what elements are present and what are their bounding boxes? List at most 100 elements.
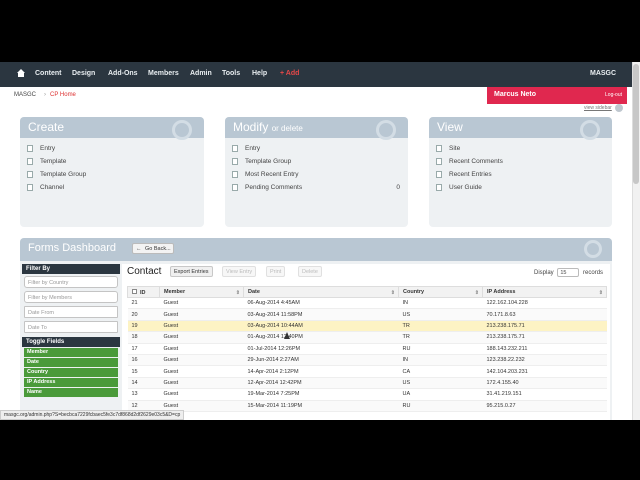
table-row[interactable]: 20 Guest 03-Aug-2014 11:58PM US 70.171.8.63 [127,308,607,321]
column-member[interactable]: Member ⇕ [159,286,244,298]
breadcrumb-site[interactable]: MASGC [14,92,36,98]
document-icon [27,158,33,165]
cell-member: Guest [159,354,244,367]
breadcrumb-separator: › [44,92,46,98]
cell-ip: 70.171.8.63 [482,308,607,321]
create-channel-link[interactable]: Channel [20,183,204,196]
toggle-name[interactable]: Name [24,388,118,397]
cell-member: Guest [159,308,244,321]
toggle-member[interactable]: Member [24,348,118,357]
cell-date: 01-Jul-2014 12:26PM [243,343,399,355]
cell-id: 20 [127,308,160,321]
form-title: Contact [127,266,162,277]
create-entry-link[interactable]: Entry [20,144,204,157]
cell-id: 17 [127,343,160,355]
cell-date: 15-Mar-2014 11:19PM [243,400,399,412]
modify-recent-entry-link[interactable]: Most Recent Entry [225,170,408,183]
sort-icon: ⇕ [390,290,395,296]
document-icon [232,184,238,191]
logout-link[interactable]: Log-out [605,92,622,98]
cell-ip: 123.238.22.232 [482,354,607,367]
mouse-cursor [284,332,290,339]
nav-content[interactable]: Content [35,70,61,77]
table-row[interactable]: 21 Guest 06-Aug-2014 4:45AM IN 122.162.104.2… [127,297,607,310]
document-icon [232,145,238,152]
cell-date: 03-Aug-2014 10:44AM [243,320,399,333]
create-template-group-link[interactable]: Template Group [20,170,204,183]
print-button[interactable]: Print [266,266,286,277]
user-name[interactable]: Marcus Neto [494,91,536,98]
nav-add-ons[interactable]: Add-Ons [108,70,138,77]
records-per-page-select[interactable]: 15 [557,268,580,277]
create-template-link[interactable]: Template [20,157,204,170]
sidebar-toggle-icon[interactable] [615,104,623,112]
delete-button[interactable]: Delete [298,266,322,277]
nav-members[interactable]: Members [148,70,179,77]
go-back-button[interactable]: ← Go Back... [132,243,174,254]
cell-date: 03-Aug-2014 11:58PM [243,308,399,321]
table-row[interactable]: 18 Guest 01-Aug-2014 12:40PM TR 213.238.175.… [127,331,607,344]
filter-country-input[interactable]: Filter by Country [24,276,118,288]
cell-date: 01-Aug-2014 12:40PM [243,331,399,344]
modify-pending-comments-link[interactable]: Pending Comments 0 [225,183,408,196]
cell-date: 06-Aug-2014 4:45AM [243,297,399,310]
table-row[interactable]: 12 Guest 15-Mar-2014 11:19PM RU 95.215.0.27 [127,400,607,412]
table-row[interactable]: 15 Guest 14-Apr-2014 2:12PM CA 142.104.203.2… [127,365,607,378]
scrollbar[interactable] [632,62,640,420]
table-row[interactable]: 17 Guest 01-Jul-2014 12:26PM RU 188.143.232.… [127,343,607,355]
column-date[interactable]: Date ⇕ [243,286,399,298]
display-records: Display 15 records [534,268,604,277]
modify-panel: Modify or delete Entry Template Group Mo… [225,117,408,227]
cell-id: 13 [127,388,160,401]
view-user-guide-link[interactable]: User Guide [429,183,612,196]
nav-help[interactable]: Help [252,70,267,77]
cell-id: 14 [127,377,160,390]
view-recent-entries-link[interactable]: Recent Entries [429,170,612,183]
plus-icon [172,120,192,140]
column-country[interactable]: Country ⇕ [398,286,483,298]
toggle-ip-address[interactable]: IP Address [24,378,118,387]
table-row[interactable]: 19 Guest 03-Aug-2014 10:44AM TR 213.238.175.… [127,320,607,333]
view-entry-button[interactable]: View Entry [222,266,257,277]
view-site-link[interactable]: Site [429,144,612,157]
scrollbar-thumb[interactable] [633,64,639,184]
document-icon [232,158,238,165]
nav-tools[interactable]: Tools [222,70,240,77]
filter-members-input[interactable]: Filter by Members [24,291,118,303]
date-from-input[interactable]: Date From [24,306,118,318]
nav-add[interactable]: + Add [280,70,299,77]
view-recent-comments-link[interactable]: Recent Comments [429,157,612,170]
modify-entry-link[interactable]: Entry [225,144,408,157]
table-row[interactable]: 14 Guest 12-Apr-2014 12:42PM US 172.4.155.40 [127,377,607,390]
home-icon[interactable] [17,69,25,77]
modify-title: Modify or delete [233,120,303,134]
cell-ip: 188.143.232.211 [482,343,607,355]
view-sidebar-link[interactable]: view sidebar [584,105,612,111]
select-all-checkbox[interactable] [132,288,137,294]
document-icon [27,184,33,191]
nav-design[interactable]: Design [72,70,95,77]
cell-country: RU [398,400,483,412]
cell-id: 19 [127,320,160,333]
cell-member: Guest [159,297,244,310]
cell-country: RU [398,343,483,355]
browser-viewport: Content Design Add-Ons Members Admin Too… [0,62,640,420]
date-to-input[interactable]: Date To [24,321,118,333]
column-ip-address[interactable]: IP Address ⇕ [482,286,607,298]
table-row[interactable]: 13 Guest 19-Mar-2014 7:25PM UA 31.41.219.151 [127,388,607,401]
modify-template-group-link[interactable]: Template Group [225,157,408,170]
nav-admin[interactable]: Admin [190,70,212,77]
cell-country: IN [398,354,483,367]
table-row[interactable]: 16 Guest 29-Jun-2014 2:27AM IN 123.238.22.23… [127,354,607,367]
column-id[interactable]: ID [127,286,160,298]
site-name[interactable]: MASGC [590,70,616,77]
toggle-country[interactable]: Country [24,368,118,377]
toggle-date[interactable]: Date [24,358,118,367]
document-icon [232,171,238,178]
document-icon [436,158,442,165]
dashboard-title: Forms Dashboard [28,242,117,254]
cell-member: Guest [159,388,244,401]
export-entries-button[interactable]: Export Entries [170,266,213,277]
top-navigation: Content Design Add-Ons Members Admin Too… [0,62,632,87]
cell-member: Guest [159,320,244,333]
